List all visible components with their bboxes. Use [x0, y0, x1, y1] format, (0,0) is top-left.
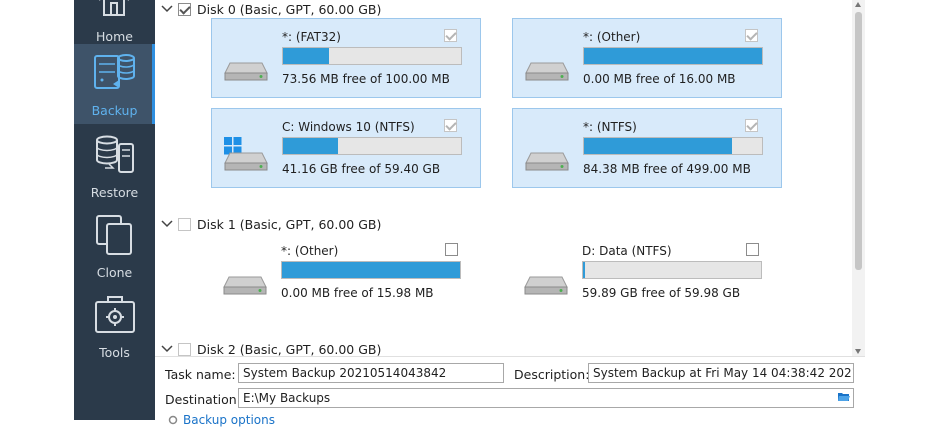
disk-0-checkbox[interactable] — [178, 2, 191, 16]
nav-label-clone: Clone — [96, 265, 133, 280]
destination-input[interactable]: E:\My Backups — [238, 388, 854, 408]
hard-drive-icon — [224, 62, 268, 81]
scroll-thumb[interactable] — [855, 12, 862, 270]
partition-name: D: Data (NTFS) — [582, 244, 672, 258]
nav-clone[interactable]: Clone — [74, 206, 155, 286]
hard-drive-icon — [525, 152, 569, 171]
partition-checkbox[interactable] — [444, 29, 457, 42]
nav-home[interactable]: Home — [74, 0, 155, 50]
clone-icon — [96, 215, 132, 255]
description-label: Description: — [514, 367, 590, 382]
nav-label-home: Home — [96, 29, 133, 44]
partition-card[interactable]: C: Windows 10 (NTFS) 41.16 GB free of 59… — [211, 108, 481, 188]
home-icon — [99, 0, 129, 16]
backup-icon — [94, 54, 135, 89]
usage-bar-fill — [583, 262, 585, 278]
folder-open-icon[interactable] — [837, 391, 851, 403]
hard-drive-icon — [224, 152, 268, 171]
partition-name: C: Windows 10 (NTFS) — [282, 120, 415, 134]
usage-bar-fill — [584, 138, 732, 154]
free-space-text: 0.00 MB free of 15.98 MB — [281, 286, 434, 300]
usage-bar — [582, 261, 762, 279]
scroll-down-icon[interactable] — [855, 349, 861, 354]
nav-label-backup: Backup — [91, 103, 138, 118]
nav-backup[interactable]: Backup — [74, 44, 155, 124]
sidebar: Home Backup Restore Clone Tools — [74, 0, 155, 420]
disk-0-title: Disk 0 (Basic, GPT, 60.00 GB) — [197, 1, 382, 17]
partition-card[interactable]: *: (Other) 0.00 MB free of 15.98 MB — [211, 233, 481, 313]
tools-icon — [95, 296, 135, 333]
partition-card[interactable]: *: (Other) 0.00 MB free of 16.00 MB — [512, 18, 782, 98]
backup-options-link[interactable]: Backup options — [167, 413, 275, 427]
chevron-down-icon[interactable] — [160, 217, 174, 231]
task-name-input[interactable]: System Backup 20210514043842 — [238, 363, 504, 383]
free-space-text: 0.00 MB free of 16.00 MB — [583, 72, 736, 86]
disk-2-checkbox[interactable] — [178, 342, 191, 356]
chevron-down-icon[interactable] — [160, 342, 174, 356]
usage-bar — [281, 261, 461, 279]
free-space-text: 59.89 GB free of 59.98 GB — [582, 286, 741, 300]
usage-bar-fill — [283, 138, 339, 154]
disk-list: Disk 0 (Basic, GPT, 60.00 GB) *: (FAT32)… — [155, 0, 852, 357]
chevron-down-icon[interactable] — [160, 2, 174, 16]
partition-card[interactable]: *: (NTFS) 84.38 MB free of 499.00 MB — [512, 108, 782, 188]
partition-card[interactable]: D: Data (NTFS) 59.89 GB free of 59.98 GB — [512, 233, 782, 313]
partition-checkbox[interactable] — [745, 119, 758, 132]
task-form: Task name: System Backup 20210514043842 … — [155, 356, 865, 427]
disk-2-title: Disk 2 (Basic, GPT, 60.00 GB) — [197, 341, 382, 357]
usage-bar — [583, 137, 763, 155]
restore-icon — [96, 135, 134, 173]
partition-checkbox[interactable] — [444, 119, 457, 132]
hard-drive-icon — [525, 62, 569, 81]
partition-card[interactable]: *: (FAT32) 73.56 MB free of 100.00 MB — [211, 18, 481, 98]
task-name-label: Task name: — [165, 367, 236, 382]
hard-drive-icon — [524, 276, 568, 295]
description-input[interactable]: System Backup at Fri May 14 04:38:42 202… — [588, 363, 854, 383]
usage-bar-fill — [283, 48, 330, 64]
partition-checkbox[interactable] — [445, 243, 458, 256]
partition-checkbox[interactable] — [745, 29, 758, 42]
disk-1-title: Disk 1 (Basic, GPT, 60.00 GB) — [197, 216, 382, 232]
nav-restore[interactable]: Restore — [74, 126, 155, 206]
partition-name: *: (Other) — [281, 244, 339, 258]
destination-label: Destination: — [165, 392, 241, 407]
partition-checkbox[interactable] — [746, 243, 759, 256]
usage-bar — [583, 47, 763, 65]
usage-bar — [282, 47, 462, 65]
hard-drive-icon — [223, 276, 267, 295]
partition-name: *: (FAT32) — [282, 30, 341, 44]
partition-name: *: (NTFS) — [583, 120, 637, 134]
usage-bar — [282, 137, 462, 155]
nav-label-tools: Tools — [99, 345, 130, 360]
vertical-scrollbar[interactable] — [852, 0, 865, 356]
scroll-up-icon[interactable] — [855, 2, 861, 7]
gear-icon — [168, 415, 178, 425]
disk-0-header[interactable]: Disk 0 (Basic, GPT, 60.00 GB) — [155, 0, 381, 18]
free-space-text: 41.16 GB free of 59.40 GB — [282, 162, 441, 176]
free-space-text: 73.56 MB free of 100.00 MB — [282, 72, 450, 86]
usage-bar-fill — [282, 262, 460, 278]
free-space-text: 84.38 MB free of 499.00 MB — [583, 162, 751, 176]
nav-label-restore: Restore — [90, 185, 139, 200]
disk-1-checkbox[interactable] — [178, 217, 191, 231]
backup-options-label: Backup options — [183, 413, 275, 427]
partition-name: *: (Other) — [583, 30, 641, 44]
usage-bar-fill — [584, 48, 762, 64]
disk-1-header[interactable]: Disk 1 (Basic, GPT, 60.00 GB) — [155, 215, 381, 233]
nav-tools[interactable]: Tools — [74, 286, 155, 366]
